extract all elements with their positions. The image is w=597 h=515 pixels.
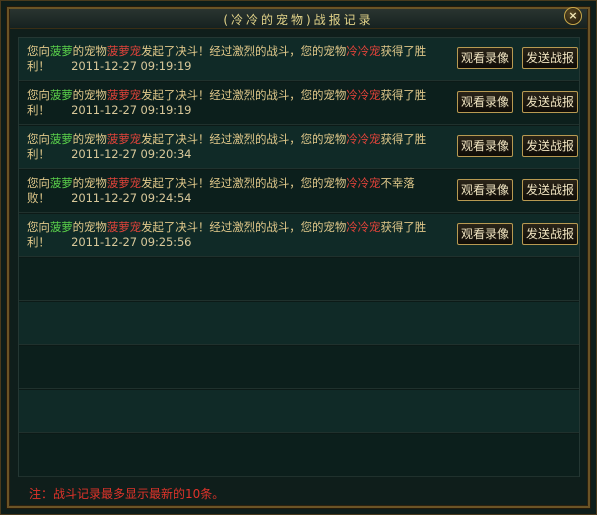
battle-report-window: (冷冷的宠物)战报记录 × 您向菠萝的宠物菠萝宠发起了决斗！经过激烈的战斗，您的… — [0, 0, 597, 515]
my-pet-name: 冷冷宠 — [346, 132, 381, 146]
record-message: 您向菠萝的宠物菠萝宠发起了决斗！经过激烈的战斗，您的宠物冷冷宠获得了胜利！ 20… — [27, 220, 437, 250]
record-text: 发起了决斗！经过激烈的战斗，您的宠物 — [141, 88, 347, 102]
opponent-name: 菠萝 — [49, 88, 73, 102]
send-report-button[interactable]: 发送战报 — [522, 47, 578, 69]
opponent-name: 菠萝 — [49, 220, 73, 234]
send-report-button[interactable]: 发送战报 — [522, 179, 578, 201]
footer-note: 注：战斗记录最多显示最新的10条。 — [29, 487, 225, 501]
opponent-pet-name: 菠萝宠 — [106, 220, 142, 234]
opponent-pet-name: 菠萝宠 — [106, 88, 142, 102]
opponent-pet-name: 菠萝宠 — [106, 44, 142, 58]
opponent-name: 菠萝 — [49, 44, 73, 58]
empty-record-row — [19, 346, 579, 389]
record-prefix: 您向 — [27, 88, 50, 102]
record-text: 的宠物 — [72, 176, 107, 190]
send-report-button[interactable]: 发送战报 — [522, 135, 578, 157]
record-message: 您向菠萝的宠物菠萝宠发起了决斗！经过激烈的战斗，您的宠物冷冷宠获得了胜利！ 20… — [27, 132, 437, 162]
send-report-button[interactable]: 发送战报 — [522, 91, 578, 113]
record-prefix: 您向 — [27, 220, 50, 234]
record-text: 的宠物 — [72, 44, 107, 58]
battle-record-row: 您向菠萝的宠物菠萝宠发起了决斗！经过激烈的战斗，您的宠物冷冷宠获得了胜利！ 20… — [19, 38, 579, 81]
record-text: 的宠物 — [72, 220, 107, 234]
send-report-button[interactable]: 发送战报 — [522, 223, 578, 245]
my-pet-name: 冷冷宠 — [346, 88, 381, 102]
watch-replay-button[interactable]: 观看录像 — [457, 91, 513, 113]
my-pet-name: 冷冷宠 — [346, 44, 381, 58]
record-prefix: 您向 — [27, 176, 50, 190]
empty-record-row — [19, 434, 579, 477]
title-bar: (冷冷的宠物)战报记录 — [10, 9, 587, 29]
empty-record-row — [19, 258, 579, 301]
record-timestamp: 2011-12-27 09:19:19 — [71, 103, 192, 117]
opponent-name: 菠萝 — [49, 132, 73, 146]
battle-record-row: 您向菠萝的宠物菠萝宠发起了决斗！经过激烈的战斗，您的宠物冷冷宠获得了胜利！ 20… — [19, 82, 579, 125]
my-pet-name: 冷冷宠 — [346, 176, 381, 190]
record-text: 发起了决斗！经过激烈的战斗，您的宠物 — [141, 176, 347, 190]
watch-replay-button[interactable]: 观看录像 — [457, 223, 513, 245]
record-text: 的宠物 — [72, 88, 107, 102]
record-timestamp: 2011-12-27 09:19:19 — [71, 59, 192, 73]
watch-replay-button[interactable]: 观看录像 — [457, 179, 513, 201]
record-text: 发起了决斗！经过激烈的战斗，您的宠物 — [141, 132, 347, 146]
record-timestamp: 2011-12-27 09:25:56 — [71, 235, 192, 249]
watch-replay-button[interactable]: 观看录像 — [457, 135, 513, 157]
opponent-pet-name: 菠萝宠 — [106, 176, 142, 190]
close-icon: × — [568, 9, 578, 22]
opponent-pet-name: 菠萝宠 — [106, 132, 142, 146]
record-message: 您向菠萝的宠物菠萝宠发起了决斗！经过激烈的战斗，您的宠物冷冷宠获得了胜利！ 20… — [27, 44, 437, 74]
close-button[interactable]: × — [564, 7, 582, 25]
record-message: 您向菠萝的宠物菠萝宠发起了决斗！经过激烈的战斗，您的宠物冷冷宠不幸落败！ 201… — [27, 176, 437, 206]
record-text: 发起了决斗！经过激烈的战斗，您的宠物 — [141, 220, 347, 234]
record-text: 发起了决斗！经过激烈的战斗，您的宠物 — [141, 44, 347, 58]
battle-record-row: 您向菠萝的宠物菠萝宠发起了决斗！经过激烈的战斗，您的宠物冷冷宠获得了胜利！ 20… — [19, 214, 579, 257]
battle-record-row: 您向菠萝的宠物菠萝宠发起了决斗！经过激烈的战斗，您的宠物冷冷宠获得了胜利！ 20… — [19, 126, 579, 169]
record-timestamp: 2011-12-27 09:24:54 — [71, 191, 192, 205]
record-text: 的宠物 — [72, 132, 107, 146]
my-pet-name: 冷冷宠 — [346, 220, 381, 234]
battle-record-list: 您向菠萝的宠物菠萝宠发起了决斗！经过激烈的战斗，您的宠物冷冷宠获得了胜利！ 20… — [18, 37, 580, 477]
opponent-name: 菠萝 — [49, 176, 73, 190]
watch-replay-button[interactable]: 观看录像 — [457, 47, 513, 69]
battle-record-row: 您向菠萝的宠物菠萝宠发起了决斗！经过激烈的战斗，您的宠物冷冷宠不幸落败！ 201… — [19, 170, 579, 213]
record-prefix: 您向 — [27, 132, 50, 146]
record-timestamp: 2011-12-27 09:20:34 — [71, 147, 192, 161]
window-title: (冷冷的宠物)战报记录 — [223, 13, 374, 27]
record-prefix: 您向 — [27, 44, 50, 58]
empty-record-row — [19, 302, 579, 345]
empty-record-row — [19, 390, 579, 433]
record-message: 您向菠萝的宠物菠萝宠发起了决斗！经过激烈的战斗，您的宠物冷冷宠获得了胜利！ 20… — [27, 88, 437, 118]
